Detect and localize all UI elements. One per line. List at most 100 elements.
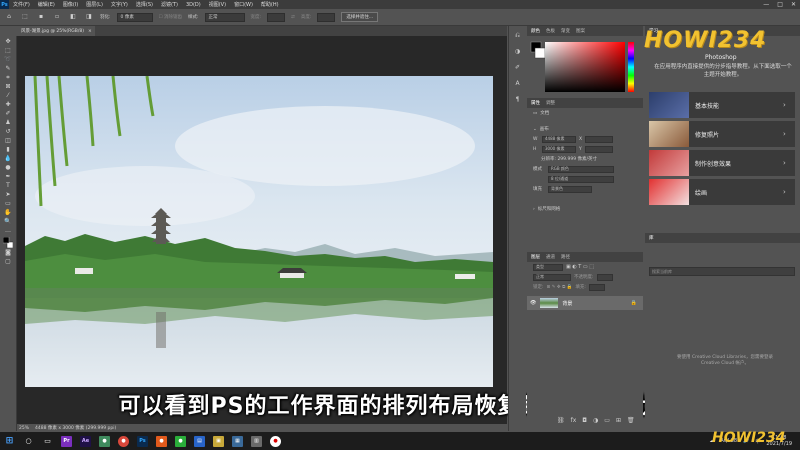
tab-channels[interactable]: 通道: [546, 254, 555, 260]
menu-window[interactable]: 窗口(W): [230, 1, 257, 8]
menu-select[interactable]: 选择(S): [132, 1, 157, 8]
gradient-tool-icon[interactable]: ▮: [3, 146, 13, 154]
marquee-tool-preset-icon[interactable]: ⬚: [20, 13, 30, 21]
document-canvas[interactable]: [25, 76, 493, 387]
taskbar-app-6-icon[interactable]: ●: [156, 435, 167, 447]
add-mask-icon[interactable]: ◘: [582, 417, 587, 424]
bit-depth-select[interactable]: 8 位/通道: [548, 175, 614, 183]
crop-tool-icon[interactable]: ⌗: [3, 74, 13, 82]
dodge-tool-icon[interactable]: ●: [3, 164, 13, 172]
taskbar-app-1-icon[interactable]: Pr: [61, 435, 72, 447]
canvas-section-header[interactable]: ⌄ 画布: [527, 124, 643, 134]
menu-edit[interactable]: 编辑(E): [34, 1, 59, 8]
canvas-width-input[interactable]: 4488 像素: [542, 135, 576, 143]
character-panel-icon[interactable]: A: [513, 80, 523, 88]
lock-icons[interactable]: ⊞ ✎ ✥ ⧉ 🔒: [547, 284, 573, 290]
tab-color[interactable]: 颜色: [531, 28, 540, 34]
tab-libraries[interactable]: 库: [649, 235, 654, 241]
adjustments-panel-icon[interactable]: ◑: [513, 48, 523, 56]
eye-icon[interactable]: 👁: [530, 300, 536, 306]
new-layer-icon[interactable]: ⊞: [616, 417, 621, 424]
tab-adjustments[interactable]: 调整: [546, 100, 555, 106]
color-swatches-icon[interactable]: [3, 236, 13, 248]
mode-select[interactable]: RGB 颜色: [548, 165, 614, 173]
fill-select[interactable]: 背景色: [548, 185, 592, 193]
canvas-y-input[interactable]: [584, 145, 613, 153]
menu-type[interactable]: 文字(Y): [107, 1, 132, 8]
tab-properties[interactable]: 属性: [531, 100, 540, 106]
taskbar-record-icon[interactable]: ●: [270, 435, 281, 447]
height-input[interactable]: [317, 12, 336, 22]
menu-file[interactable]: 文件(F): [9, 1, 34, 8]
zoom-tool-icon[interactable]: 🔍: [3, 218, 13, 226]
type-tool-icon[interactable]: T: [3, 182, 13, 190]
opacity-input[interactable]: [596, 273, 613, 281]
document-close-icon[interactable]: ×: [88, 29, 92, 34]
taskbar-ae-icon[interactable]: Ae: [80, 435, 91, 447]
canvas-x-input[interactable]: [585, 135, 614, 143]
path-select-tool-icon[interactable]: ➤: [3, 191, 13, 199]
close-button[interactable]: ✕: [791, 1, 796, 8]
library-search-input[interactable]: 搜索当前库: [649, 267, 795, 276]
layer-row-background[interactable]: 👁 背景 🔒: [527, 296, 643, 310]
blend-mode-select[interactable]: 正常: [533, 273, 571, 281]
link-layers-icon[interactable]: ⛓: [557, 417, 565, 424]
fx-icon[interactable]: fx: [571, 417, 577, 424]
menu-help[interactable]: 帮助(H): [257, 1, 283, 8]
color-picker-field[interactable]: [527, 36, 643, 96]
taskbar-chrome-icon[interactable]: ●: [118, 435, 129, 447]
tab-gradients[interactable]: 渐变: [561, 28, 570, 34]
frame-tool-icon[interactable]: ⊠: [3, 83, 13, 91]
search-icon[interactable]: ○: [23, 436, 34, 447]
screen-mode-icon[interactable]: ▢: [3, 258, 13, 266]
document-tab[interactable]: 风景-湖景.jpg @ 25%(RGB/8) ×: [17, 26, 95, 36]
swap-icon[interactable]: ⇄: [291, 15, 295, 20]
taskbar-app-10-icon[interactable]: ▦: [232, 435, 243, 447]
taskbar-app-11-icon[interactable]: ▥: [251, 435, 262, 447]
filter-icons[interactable]: ▣ ◐ T ▭ ⬚: [566, 264, 594, 270]
clone-stamp-tool-icon[interactable]: ♟: [3, 119, 13, 127]
healing-brush-tool-icon[interactable]: ✚: [3, 101, 13, 109]
move-tool-icon[interactable]: ✥: [3, 38, 13, 46]
lasso-tool-icon[interactable]: ➰: [3, 56, 13, 64]
menu-view[interactable]: 视图(V): [205, 1, 230, 8]
history-brush-tool-icon[interactable]: ↺: [3, 128, 13, 136]
learn-item-creative-effects[interactable]: 制作创意效果 ›: [649, 150, 795, 176]
learn-item-painting[interactable]: 绘画 ›: [649, 179, 795, 205]
layer-kind-filter[interactable]: 类型: [533, 263, 563, 271]
select-and-mask-button[interactable]: 选择并遮住...: [341, 12, 379, 22]
zoom-level[interactable]: 25%: [19, 426, 29, 431]
menu-filter[interactable]: 滤镜(T): [157, 1, 182, 8]
taskbar-app-8-icon[interactable]: ▤: [194, 435, 205, 447]
menu-3d[interactable]: 3D(D): [182, 2, 205, 8]
task-view-icon[interactable]: ▭: [42, 436, 53, 447]
tab-patterns[interactable]: 图案: [576, 28, 585, 34]
brush-tool-icon[interactable]: ✐: [3, 110, 13, 118]
add-selection-icon[interactable]: ▫: [52, 13, 62, 21]
blur-tool-icon[interactable]: 💧: [3, 155, 13, 163]
eyedropper-tool-icon[interactable]: ⁄: [3, 92, 13, 100]
group-icon[interactable]: ▭: [604, 417, 610, 424]
windows-start-icon[interactable]: ⊞: [4, 436, 15, 447]
home-icon[interactable]: ⌂: [4, 13, 14, 21]
delete-layer-icon[interactable]: 🗑: [627, 417, 635, 424]
taskbar-photoshop-icon[interactable]: Ps: [137, 435, 148, 447]
marquee-tool-icon[interactable]: ⬚: [3, 47, 13, 55]
feather-input[interactable]: 0 像素: [116, 12, 153, 22]
width-input[interactable]: [267, 12, 286, 22]
quick-mask-icon[interactable]: ◙: [3, 249, 13, 257]
hand-tool-icon[interactable]: ✋: [3, 209, 13, 217]
tab-layers[interactable]: 图层: [531, 254, 540, 260]
history-panel-icon[interactable]: ⎌: [513, 32, 523, 40]
subtract-selection-icon[interactable]: ◧: [68, 13, 78, 21]
quick-select-tool-icon[interactable]: ✎: [3, 65, 13, 73]
intersect-selection-icon[interactable]: ◨: [84, 13, 94, 21]
style-select[interactable]: 正常: [204, 12, 245, 22]
adjustment-layer-icon[interactable]: ◑: [593, 417, 598, 424]
menu-layer[interactable]: 图层(L): [82, 1, 107, 8]
eraser-tool-icon[interactable]: ◫: [3, 137, 13, 145]
rectangle-tool-icon[interactable]: ▭: [3, 200, 13, 208]
tab-paths[interactable]: 路径: [561, 254, 570, 260]
menu-image[interactable]: 图像(I): [59, 1, 82, 8]
new-selection-icon[interactable]: ▪: [36, 13, 46, 21]
